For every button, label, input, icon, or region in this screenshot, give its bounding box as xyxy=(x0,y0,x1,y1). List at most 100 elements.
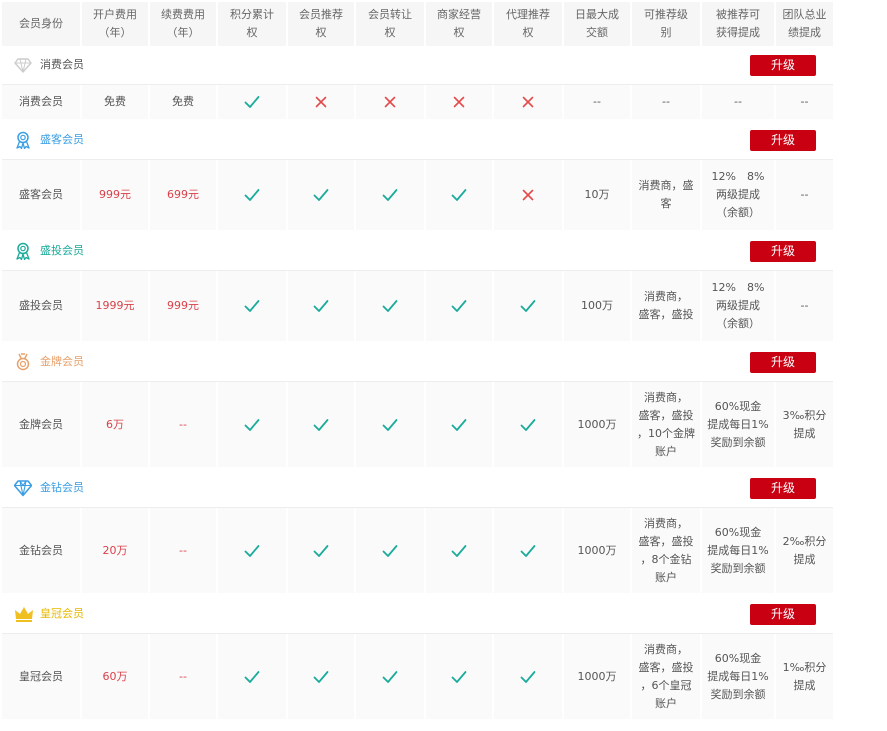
tier-data-row: 金牌会员 6万 -- 1000万 消费商， 盛客，盛投 ，10个金牌 账户 60%现金 提… xyxy=(2,382,833,469)
renew-fee-cell: -- xyxy=(150,508,218,595)
renew-fee: 699元 xyxy=(167,188,199,201)
header-cell: 被推荐可 获得提成 xyxy=(702,2,776,46)
check-icon xyxy=(451,670,467,684)
recommend-level: 消费商， 盛客，盛投 ，6个皇冠 账户 xyxy=(638,642,694,710)
merchant-right-cell xyxy=(426,160,494,232)
recommend-level-cell: 消费商，盛 客 xyxy=(632,160,702,232)
referral-commission: 60%现金 提成每日1% 奖励到余额 xyxy=(707,651,769,701)
cross-icon xyxy=(453,96,465,108)
tier-data-row: 皇冠会员 60万 -- 1000万 消费商， 盛客，盛投 ，6个皇冠 账户 60%现金 提… xyxy=(2,634,833,721)
recommend-level: 消费商， 盛客，盛投 xyxy=(638,290,694,321)
diamond-icon xyxy=(13,479,33,497)
check-icon xyxy=(382,418,398,432)
referral-commission-cell: 12% 8% 两级提成 （余额） xyxy=(702,271,776,343)
daily-max-cell: 1000万 xyxy=(564,634,632,721)
tier-name: 消费会员 xyxy=(19,95,63,108)
tier-section-label: 消费会员 xyxy=(40,58,84,71)
open-fee-cell: 6万 xyxy=(82,382,150,469)
points-right-cell xyxy=(218,508,288,595)
recommend-right-cell xyxy=(288,160,356,232)
open-fee: 999元 xyxy=(99,188,131,201)
merchant-right-cell xyxy=(426,508,494,595)
points-right-cell xyxy=(218,271,288,343)
recommend-right-cell xyxy=(288,634,356,721)
tier-name-cell: 盛客会员 xyxy=(2,160,82,232)
team-commission-cell: 1‰积分 提成 xyxy=(776,634,833,721)
open-fee-cell: 20万 xyxy=(82,508,150,595)
check-icon xyxy=(520,299,536,313)
recommend-level: 消费商， 盛客，盛投 ，10个金牌 账户 xyxy=(637,390,695,458)
open-fee: 20万 xyxy=(102,543,128,557)
tier-data-row: 盛客会员 999元 699元 10万 消费商，盛 客 12% 8% 两级提成 （余额） -- xyxy=(2,160,833,232)
check-icon xyxy=(244,188,260,202)
tier-section-cell: 盛投会员 升级 xyxy=(2,232,833,271)
recommend-right-cell xyxy=(288,508,356,595)
tier-name: 金牌会员 xyxy=(19,417,63,431)
tier-section-row: 金牌会员 升级 xyxy=(2,343,833,382)
daily-max-cell: -- xyxy=(564,85,632,121)
recommend-level-cell: -- xyxy=(632,85,702,121)
renew-fee: -- xyxy=(179,543,187,557)
table-header-row: 会员身份 开户费用 （年） 续费费用 （年） 积分累计 权 会员推荐 权 会员转… xyxy=(2,2,833,46)
check-icon xyxy=(244,418,260,432)
tier-name: 皇冠会员 xyxy=(19,669,63,683)
merchant-right-cell xyxy=(426,271,494,343)
upgrade-button[interactable]: 升级 xyxy=(750,478,816,499)
header-cell: 团队总业 绩提成 xyxy=(776,2,833,46)
tier-section-row: 消费会员 升级 xyxy=(2,46,833,85)
upgrade-button[interactable]: 升级 xyxy=(750,55,816,76)
agent-right-cell xyxy=(494,85,564,121)
upgrade-button[interactable]: 升级 xyxy=(750,352,816,373)
transfer-right-cell xyxy=(356,508,426,595)
team-commission: -- xyxy=(800,299,809,312)
check-icon xyxy=(313,544,329,558)
recommend-level: -- xyxy=(662,95,670,108)
referral-commission-cell: 12% 8% 两级提成 （余额） xyxy=(702,160,776,232)
open-fee-cell: 免费 xyxy=(82,85,150,121)
upgrade-button[interactable]: 升级 xyxy=(750,241,816,262)
tier-section-label: 皇冠会员 xyxy=(40,607,84,620)
tier-name: 盛投会员 xyxy=(19,299,63,312)
header-cell: 会员身份 xyxy=(2,2,82,46)
check-icon xyxy=(451,299,467,313)
header-cell: 日最大成 交额 xyxy=(564,2,632,46)
open-fee: 6万 xyxy=(106,417,124,431)
cross-icon xyxy=(522,189,534,201)
referral-commission: 60%现金 提成每日1% 奖励到余额 xyxy=(707,399,769,449)
cross-icon xyxy=(522,96,534,108)
tier-name-cell: 盛投会员 xyxy=(2,271,82,343)
daily-max-cell: 1000万 xyxy=(564,382,632,469)
recommend-level-cell: 消费商， 盛客，盛投 xyxy=(632,271,702,343)
recommend-level-cell: 消费商， 盛客，盛投 ，8个金钻 账户 xyxy=(632,508,702,595)
check-icon xyxy=(382,670,398,684)
agent-right-cell xyxy=(494,271,564,343)
renew-fee: -- xyxy=(179,417,187,431)
check-icon xyxy=(313,418,329,432)
merchant-right-cell xyxy=(426,634,494,721)
team-commission-cell: -- xyxy=(776,160,833,232)
check-icon xyxy=(382,188,398,202)
award-ribbon-icon xyxy=(14,242,32,261)
check-icon xyxy=(451,188,467,202)
check-icon xyxy=(520,670,536,684)
team-commission: -- xyxy=(800,95,809,108)
table-body: 消费会员 升级 消费会员 免费 免费 -- -- -- -- 盛客会员 升级 盛客会员 999… xyxy=(2,46,833,721)
header-cell: 代理推荐 权 xyxy=(494,2,564,46)
renew-fee-cell: 699元 xyxy=(150,160,218,232)
tier-name-cell: 皇冠会员 xyxy=(2,634,82,721)
renew-fee-cell: -- xyxy=(150,634,218,721)
upgrade-button[interactable]: 升级 xyxy=(750,604,816,625)
renew-fee: 免费 xyxy=(172,95,194,108)
cross-icon xyxy=(384,96,396,108)
open-fee-cell: 999元 xyxy=(82,160,150,232)
header-cell: 可推荐级 别 xyxy=(632,2,702,46)
renew-fee-cell: 999元 xyxy=(150,271,218,343)
upgrade-button[interactable]: 升级 xyxy=(750,130,816,151)
tier-section-cell: 金牌会员 升级 xyxy=(2,343,833,382)
tier-section-cell: 盛客会员 升级 xyxy=(2,121,833,160)
referral-commission: 12% 8% 两级提成 （余额） xyxy=(711,170,765,219)
points-right-cell xyxy=(218,85,288,121)
award-ribbon-icon xyxy=(14,131,32,150)
referral-commission: 60%现金 提成每日1% 奖励到余额 xyxy=(707,525,769,575)
header-cell: 会员推荐 权 xyxy=(288,2,356,46)
